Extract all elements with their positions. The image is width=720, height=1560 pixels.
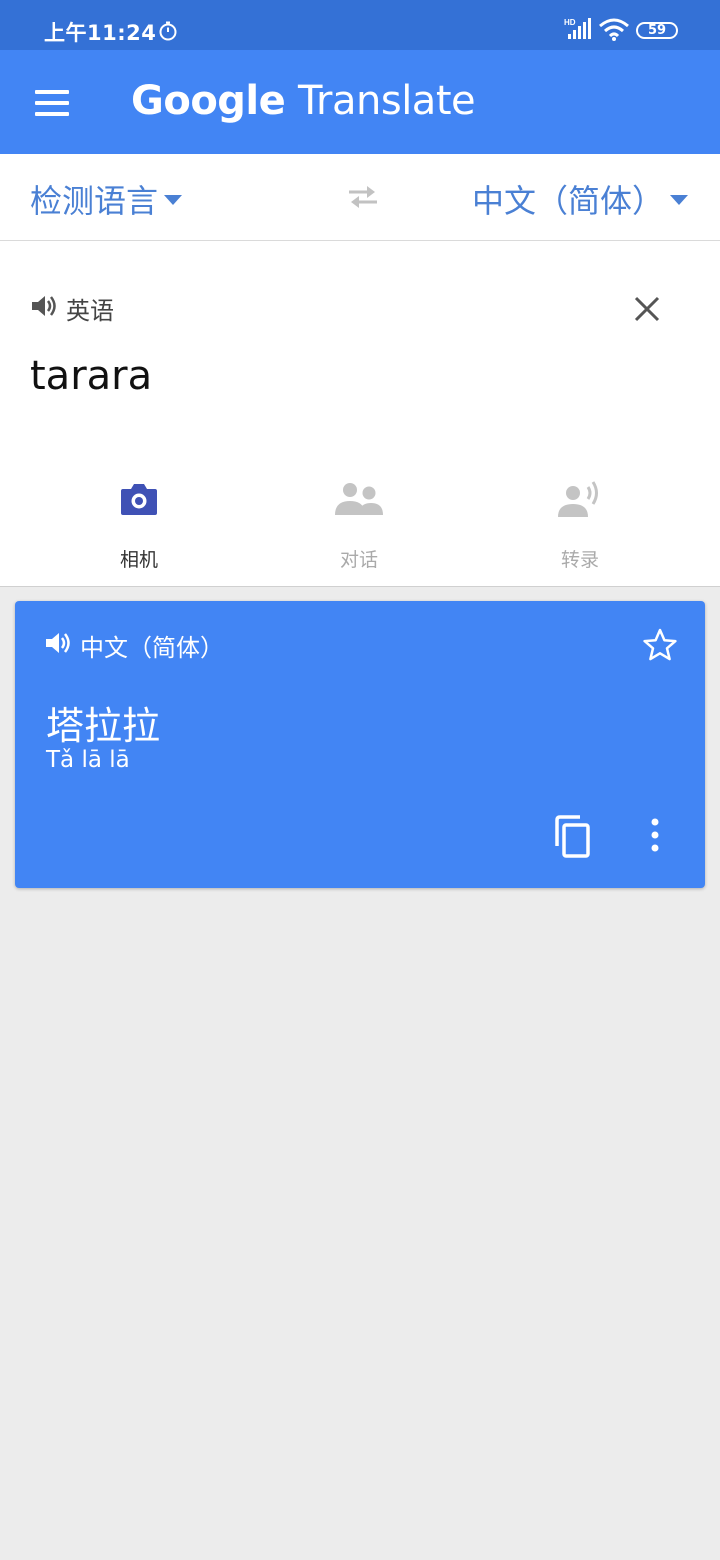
- translation-result-card[interactable]: 中文（简体） 塔拉拉 Tǎ lā lā: [15, 601, 705, 888]
- more-options-icon[interactable]: [649, 817, 661, 857]
- conversation-button[interactable]: 对话: [299, 473, 419, 572]
- timer-icon: [158, 21, 178, 45]
- conversation-icon: [299, 473, 419, 525]
- battery-icon: 59: [636, 22, 678, 39]
- status-bar: 上午11:24 HD 59: [0, 0, 720, 50]
- app-bar: Google Translate: [0, 50, 720, 154]
- star-icon[interactable]: [642, 627, 678, 667]
- camera-label: 相机: [119, 549, 158, 571]
- close-icon[interactable]: [633, 295, 661, 327]
- wifi-icon: [598, 18, 630, 46]
- translated-text: 塔拉拉: [46, 704, 161, 748]
- target-language-selector[interactable]: 中文（简体）: [472, 176, 688, 222]
- dropdown-arrow-icon: [670, 195, 688, 205]
- transcribe-button[interactable]: 转录: [520, 473, 640, 572]
- speaker-icon[interactable]: [44, 630, 72, 660]
- conversation-label: 对话: [339, 549, 378, 571]
- app-title-text: Translate: [297, 78, 476, 124]
- transcribe-icon: [520, 473, 640, 525]
- language-bar: 检测语言 中文（简体）: [0, 154, 720, 241]
- dropdown-arrow-icon: [164, 195, 183, 205]
- transcribe-label: 转录: [560, 549, 599, 571]
- source-language-selector[interactable]: 检测语言: [30, 176, 183, 222]
- input-tools: 相机 对话 转录: [0, 473, 720, 573]
- camera-button[interactable]: 相机: [79, 473, 199, 572]
- app-brand: Google: [131, 78, 286, 124]
- target-language-label: 中文（简体）: [471, 182, 664, 220]
- transliteration-text: Tǎ lā lā: [46, 747, 130, 773]
- menu-icon[interactable]: [35, 90, 69, 123]
- swap-languages-icon[interactable]: [345, 183, 381, 215]
- status-time: 上午11:24: [44, 21, 157, 45]
- source-language-label: 检测语言: [30, 182, 159, 220]
- speaker-icon[interactable]: [30, 293, 58, 323]
- result-language-row: 中文（简体）: [44, 629, 224, 662]
- source-text[interactable]: tarara: [30, 353, 152, 399]
- input-card: 英语 tarara 相机 对话 转录: [0, 241, 720, 587]
- app-title: Google Translate: [131, 77, 476, 125]
- signal-icon: HD: [564, 17, 594, 47]
- copy-icon[interactable]: [553, 815, 593, 863]
- network-type: HD: [564, 18, 576, 27]
- detected-language-row: 英语: [30, 292, 114, 325]
- result-language-label: 中文（简体）: [80, 633, 224, 662]
- detected-language-label: 英语: [66, 296, 114, 325]
- camera-icon: [79, 473, 199, 525]
